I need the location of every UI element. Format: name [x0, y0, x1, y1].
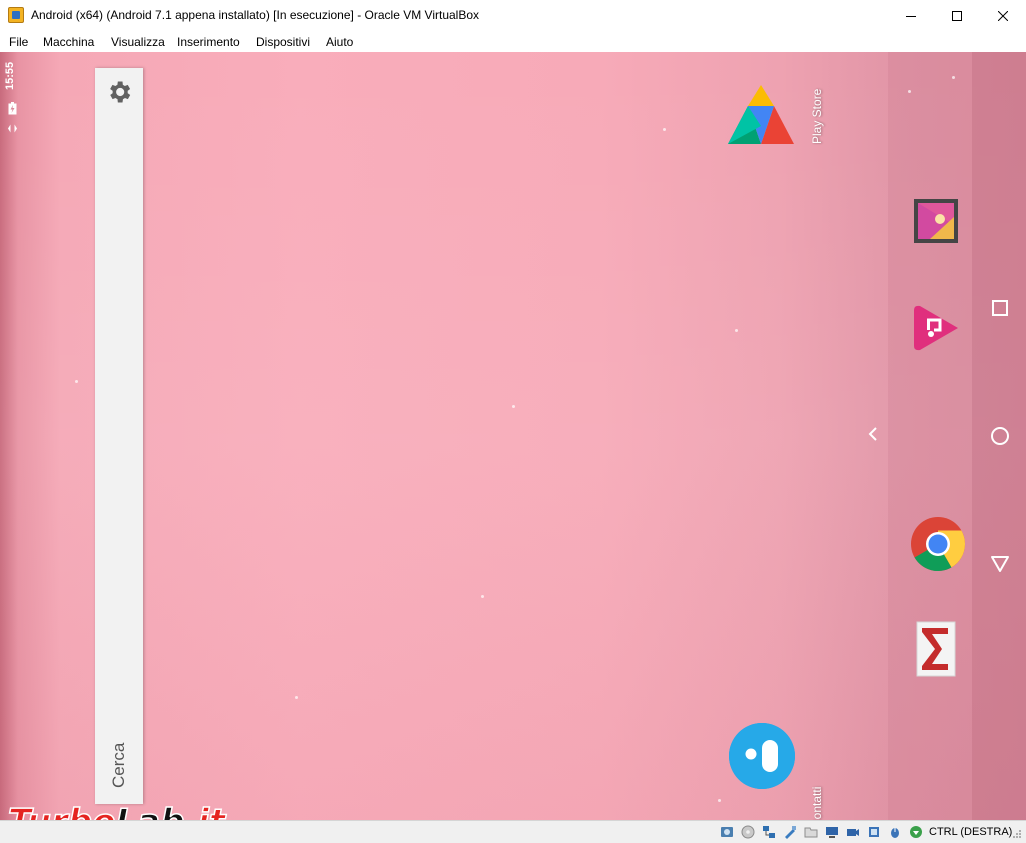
menu-aiuto[interactable]: Aiuto: [326, 35, 353, 49]
home-button[interactable]: [989, 425, 1011, 447]
wallpaper-sparkle: [908, 90, 911, 93]
app-drawer-chevron-icon[interactable]: [867, 426, 879, 442]
menu-file[interactable]: File: [9, 35, 28, 49]
wallpaper-sparkle: [663, 128, 666, 131]
status-bar-clock: 15:55: [4, 60, 22, 100]
wallpaper-sparkle: [952, 76, 955, 79]
menu-bar: File Macchina Visualizza Inserimento Dis…: [0, 31, 1026, 52]
dock-gallery[interactable]: [910, 195, 962, 247]
wallpaper-sparkle: [295, 696, 298, 699]
wallpaper-sparkle: [735, 329, 738, 332]
battery-charging-icon: [8, 102, 17, 115]
contacts-icon: [729, 723, 795, 789]
menu-visualizza[interactable]: Visualizza: [111, 35, 165, 49]
data-arrows-icon: [8, 124, 17, 133]
contacts-label: Contatti: [810, 786, 824, 820]
gear-icon[interactable]: [105, 78, 133, 106]
maximize-button[interactable]: [934, 0, 980, 31]
close-icon: [998, 10, 1008, 21]
wallpaper-sparkle: [481, 595, 484, 598]
dock-email[interactable]: [910, 620, 962, 677]
wallpaper-sparkle: [512, 405, 515, 408]
network-icon[interactable]: [762, 825, 776, 839]
video-capture-icon[interactable]: [846, 825, 860, 839]
shared-folders-icon[interactable]: [804, 825, 818, 839]
maximize-icon: [952, 10, 962, 21]
back-button[interactable]: [989, 552, 1011, 574]
play-store-label: Play Store: [810, 88, 824, 144]
android-screen[interactable]: 15:55 Cerca Play Store Contatti: [0, 52, 1026, 820]
recents-button[interactable]: [989, 297, 1011, 319]
keyboard-icon[interactable]: [909, 825, 923, 839]
dock-chrome[interactable]: [910, 516, 965, 572]
wallpaper-sparkle: [75, 380, 78, 383]
virtualbox-status-bar: CTRL (DESTRA): [0, 820, 1026, 843]
app-play-store[interactable]: Play Store: [726, 82, 824, 148]
menu-macchina[interactable]: Macchina: [43, 35, 94, 49]
resize-grip-icon[interactable]: [1012, 829, 1022, 839]
clock-text: 15:55: [4, 61, 16, 90]
menu-dispositivi[interactable]: Dispositivi: [256, 35, 310, 49]
display-icon[interactable]: [825, 825, 839, 839]
gallery-icon: [914, 199, 958, 243]
close-button[interactable]: [980, 0, 1026, 31]
minimize-button[interactable]: [888, 0, 934, 31]
email-icon: [916, 621, 956, 677]
google-search-bar[interactable]: Cerca: [95, 68, 143, 804]
chrome-icon: [911, 517, 965, 572]
mouse-integration-icon[interactable]: [888, 825, 902, 839]
search-label: Cerca: [109, 742, 128, 788]
wallpaper-sparkle: [718, 799, 721, 802]
dock-slideshow-app[interactable]: [910, 302, 962, 354]
window-title: Android (x64) (Android 7.1 appena instal…: [31, 8, 480, 22]
virtualbox-app-icon: [8, 7, 24, 23]
slideshow-app-icon: [914, 305, 958, 351]
menu-inserimento[interactable]: Inserimento: [177, 35, 240, 49]
cpu-icon[interactable]: [867, 825, 881, 839]
title-bar: Android (x64) (Android 7.1 appena instal…: [0, 0, 1026, 32]
optical-drive-icon[interactable]: [741, 825, 755, 839]
minimize-icon: [906, 15, 916, 17]
usb-icon[interactable]: [783, 825, 797, 839]
app-contacts[interactable]: Contatti: [728, 722, 824, 820]
hard-disk-icon[interactable]: [720, 825, 734, 839]
play-store-icon: [728, 85, 794, 144]
host-key-label: CTRL (DESTRA): [929, 826, 1013, 838]
